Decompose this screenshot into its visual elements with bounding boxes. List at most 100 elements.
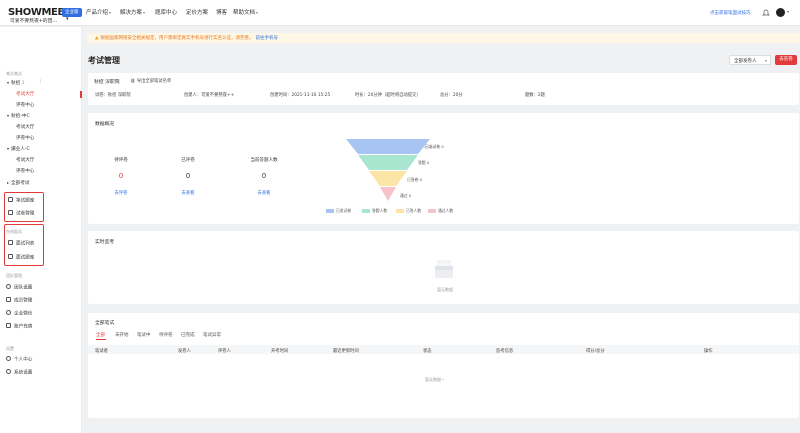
sidebar-item-exam-hall-3[interactable]: 考试大厅 bbox=[16, 157, 34, 163]
team-selector[interactable]: 可爱不要熬夜+的团... bbox=[10, 17, 57, 24]
empty-box-icon bbox=[435, 260, 453, 278]
tab-all[interactable]: 全部 bbox=[96, 332, 105, 338]
meta-creator: 创建人：可爱不要熬夜++ bbox=[184, 93, 235, 98]
table-header bbox=[88, 345, 799, 354]
tips-link[interactable]: 点击获取笔面试技巧 bbox=[710, 10, 751, 16]
section-written-title: 笔试笔试 bbox=[6, 71, 22, 76]
table-empty-text: 暂无数据~ bbox=[425, 377, 445, 382]
sidebar-group-2[interactable]: ▾ 秋招-中C bbox=[7, 113, 30, 119]
edition-badge: 企业版 bbox=[62, 8, 82, 17]
chevron-down-icon: ▾ bbox=[256, 10, 259, 15]
sidebar-item-profile[interactable]: 个人中心 bbox=[6, 356, 32, 363]
sidebar-item-interview-list[interactable]: 面试列表 bbox=[8, 240, 34, 247]
meta-paper: 试卷：秋招 深职院 bbox=[95, 93, 131, 98]
exam-info-card bbox=[88, 73, 799, 105]
bell-icon[interactable] bbox=[762, 9, 770, 17]
wallet-icon bbox=[6, 323, 11, 328]
legend-sent: 已发试卷 bbox=[326, 208, 351, 214]
col-examinee: 笔试者 bbox=[95, 349, 108, 354]
chevron-down-icon[interactable]: ▾ bbox=[787, 9, 789, 14]
top-bar: SHOWMEBUG 企业版 产品介绍▾ 解决方案▾ 题库中心 定价方案 博客 帮… bbox=[0, 0, 800, 26]
col-actions: 操作 bbox=[704, 349, 713, 354]
settings-icon bbox=[6, 369, 11, 374]
sidebar-item-members[interactable]: 成员管理 bbox=[6, 297, 32, 304]
sidebar-item-recharge[interactable]: 账户充值 bbox=[6, 323, 32, 330]
nav-pricing[interactable]: 定价方案 bbox=[186, 8, 208, 16]
section-team-title: 团队管理 bbox=[6, 273, 22, 278]
sidebar-group-3[interactable]: ▾ 讀业人-C bbox=[7, 146, 30, 152]
tab-in-progress[interactable]: 笔试中 bbox=[137, 332, 151, 338]
legend-answered: 已答人数 bbox=[396, 208, 421, 214]
stat-value-graded: 0 bbox=[185, 172, 191, 180]
legend-swatch bbox=[396, 208, 404, 213]
col-proctor-info: 监考信息 bbox=[496, 349, 514, 354]
overview-title: 数据概况 bbox=[95, 122, 115, 127]
stat-value-answering: 0 bbox=[261, 172, 267, 180]
meta-total-score: 总分：20分 bbox=[440, 93, 463, 98]
col-status: 状态 bbox=[423, 349, 432, 354]
nav-blog[interactable]: 博客 bbox=[216, 8, 227, 16]
sidebar-item-team-settings[interactable]: 团队设置 bbox=[6, 284, 32, 291]
tab-pending-grade[interactable]: 待评卷 bbox=[159, 332, 173, 338]
book-icon bbox=[8, 254, 13, 259]
nav-solutions[interactable]: 解决方案▾ bbox=[120, 8, 145, 16]
caret-down-icon: ▾ bbox=[7, 80, 10, 85]
tab-abnormal[interactable]: 笔试异常 bbox=[203, 332, 221, 338]
calendar-icon bbox=[8, 240, 13, 245]
funnel-label-answering: 答题 0 bbox=[418, 160, 430, 165]
sidebar-item-paper-mgmt[interactable]: 试卷管理 bbox=[8, 210, 34, 217]
funnel-label-answered: 已答卷 0 bbox=[407, 177, 423, 182]
notice-banner: ▲ 根据国家网络安全相关规定，用户需绑定真实手机号进行实名认证，请完善。 前往手机号 bbox=[87, 33, 800, 43]
funnel-label-passed: 通过 0 bbox=[400, 193, 412, 198]
tab-completed[interactable]: 已完成 bbox=[181, 332, 195, 338]
export-link[interactable]: ⛓ 导出全部笔试名单 bbox=[130, 78, 171, 84]
meta-question-count: 题数：2题 bbox=[525, 93, 545, 98]
nav-help-docs[interactable]: 帮助文档▾ bbox=[233, 8, 258, 16]
legend-swatch bbox=[362, 208, 370, 213]
view-graded-link[interactable]: 去查看 bbox=[168, 190, 208, 196]
funnel-stage-answered bbox=[369, 171, 407, 186]
stat-value-pending: 0 bbox=[118, 172, 124, 180]
view-answering-link[interactable]: 去查看 bbox=[244, 190, 284, 196]
issuer-select[interactable]: 全部发卷人 ▾ bbox=[729, 55, 771, 65]
sidebar-item-grading-3[interactable]: 评卷中心 bbox=[16, 168, 34, 174]
funnel-label-sent: 已发试卷 0 bbox=[425, 144, 444, 149]
section-settings-title: 设置 bbox=[6, 346, 14, 351]
notice-link[interactable]: 前往手机号 bbox=[255, 36, 278, 41]
legend-swatch bbox=[428, 208, 436, 213]
funnel-stage-sent bbox=[346, 139, 430, 154]
sidebar-item-grading-1[interactable]: 评卷中心 bbox=[16, 102, 34, 108]
sidebar-item-wechat-work[interactable]: 企业微信 bbox=[6, 310, 32, 317]
sidebar-group-1[interactable]: ▾ 秋招 1 bbox=[7, 80, 25, 86]
meta-duration: 时长：20分钟（超时将自动提交） bbox=[355, 93, 421, 98]
sidebar-item-written-bank[interactable]: 笔试题库 bbox=[8, 197, 34, 204]
sidebar-item-grading-2[interactable]: 评卷中心 bbox=[16, 135, 34, 141]
nav-product[interactable]: 产品介绍▾ bbox=[86, 8, 111, 16]
sidebar-item-interview-bank[interactable]: 面试题库 bbox=[8, 254, 34, 261]
exam-table-card bbox=[88, 313, 799, 418]
active-tab-underline bbox=[96, 339, 106, 340]
stat-label-pending: 待评卷 bbox=[114, 158, 128, 163]
caret-down-icon: ▾ bbox=[7, 146, 10, 151]
chevron-down-icon[interactable]: ▾ bbox=[66, 16, 69, 22]
go-answer-button[interactable]: 去答卷 bbox=[775, 55, 797, 65]
sidebar-item-exam-hall-1[interactable]: 考试大厅 bbox=[16, 91, 34, 97]
chevron-down-icon: ▾ bbox=[109, 10, 112, 15]
sidebar-item-system-settings[interactable]: 系统设置 bbox=[6, 369, 32, 376]
book-icon bbox=[8, 197, 13, 202]
user-icon bbox=[6, 356, 11, 361]
sidebar-item-all-exams[interactable]: ▸ 全部考试 bbox=[7, 180, 29, 186]
col-grader: 评卷人 bbox=[218, 349, 231, 354]
more-icon[interactable]: ⋮ bbox=[38, 79, 43, 84]
caret-down-icon: ▾ bbox=[7, 113, 10, 118]
page-title: 考试管理 bbox=[88, 56, 120, 65]
sidebar-item-exam-hall-2[interactable]: 考试大厅 bbox=[16, 124, 34, 130]
grade-action-link[interactable]: 去评卷 bbox=[101, 190, 141, 196]
avatar[interactable] bbox=[776, 8, 785, 17]
nav-question-bank[interactable]: 题库中心 bbox=[155, 8, 177, 16]
col-score: 得分/总分 bbox=[586, 349, 605, 354]
tab-not-started[interactable]: 未开始 bbox=[115, 332, 129, 338]
stat-label-graded: 已评卷 bbox=[181, 158, 195, 163]
link-icon: ⛓ bbox=[130, 79, 137, 84]
meta-created-time: 创建时间：2021-11-16 15:25 bbox=[270, 93, 331, 98]
